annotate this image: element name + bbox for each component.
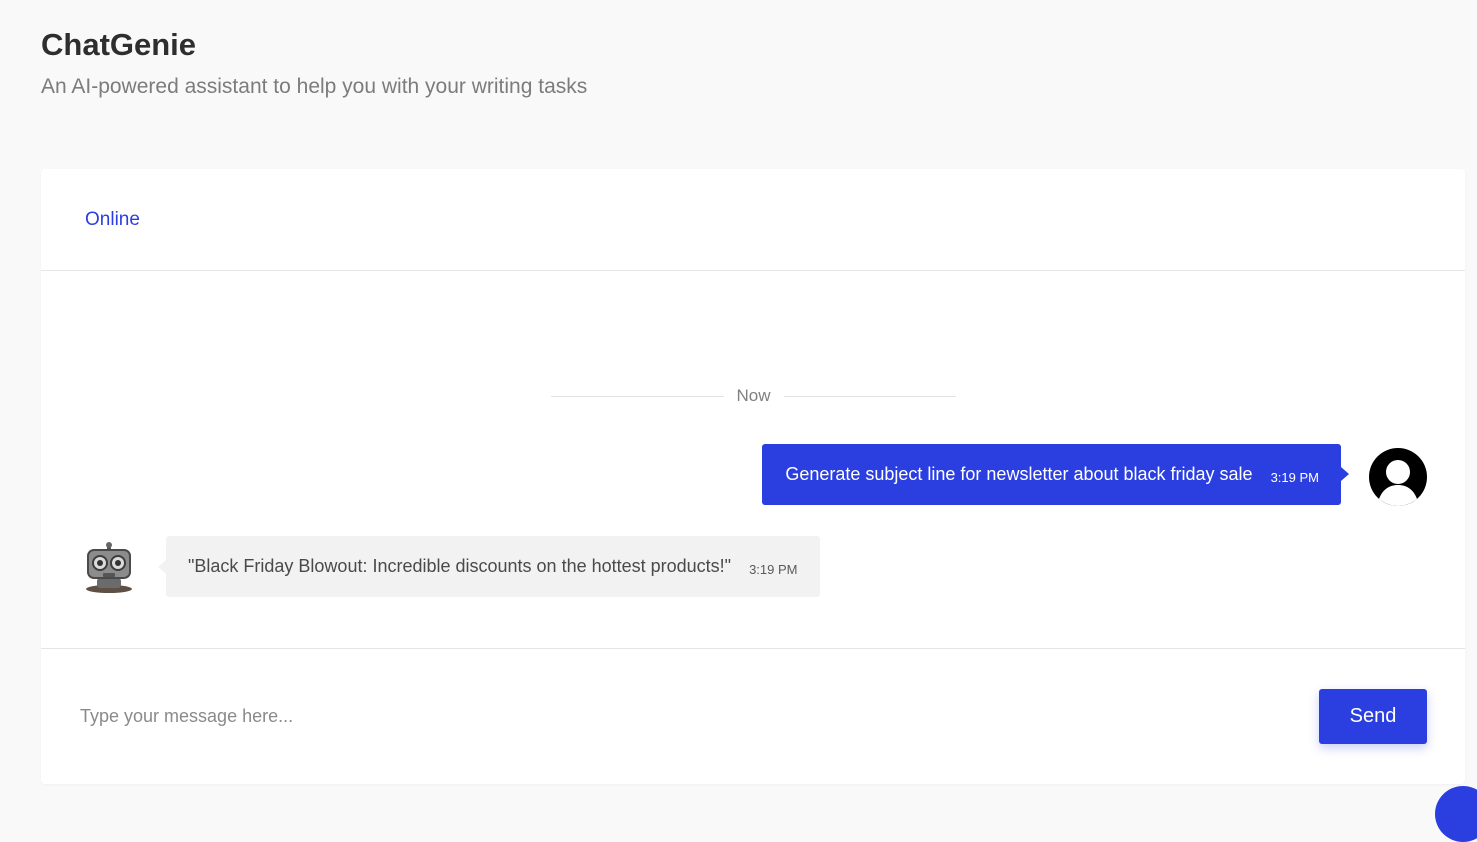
- app-subtitle: An AI-powered assistant to help you with…: [41, 74, 587, 100]
- bot-message-bubble: "Black Friday Blowout: Incredible discou…: [166, 536, 820, 597]
- divider-line-right: [784, 396, 957, 397]
- user-message-bubble: Generate subject line for newsletter abo…: [762, 444, 1341, 505]
- message-input[interactable]: [78, 697, 1232, 735]
- message-composer: Send: [41, 648, 1465, 784]
- send-button[interactable]: Send: [1319, 689, 1427, 744]
- message-list[interactable]: Now Generate subject line for newsletter…: [41, 272, 1465, 647]
- chat-launcher-icon[interactable]: [1435, 786, 1477, 842]
- status-online: Online: [85, 209, 140, 231]
- divider-line-left: [551, 396, 724, 397]
- user-message-text: Generate subject line for newsletter abo…: [785, 464, 1252, 485]
- user-avatar-icon: [1367, 448, 1429, 506]
- bot-message-time: 3:19 PM: [749, 562, 797, 577]
- chat-window: Online Now Generate subject line for new…: [41, 169, 1465, 784]
- bot-message-text: "Black Friday Blowout: Incredible discou…: [188, 556, 731, 577]
- app-title: ChatGenie: [41, 26, 587, 64]
- date-divider: Now: [551, 385, 956, 407]
- chat-header: Online: [41, 169, 1465, 271]
- divider-label: Now: [724, 386, 784, 406]
- app-header: ChatGenie An AI-powered assistant to hel…: [41, 26, 587, 100]
- robot-avatar-icon: [84, 542, 134, 594]
- user-message-time: 3:19 PM: [1271, 470, 1319, 485]
